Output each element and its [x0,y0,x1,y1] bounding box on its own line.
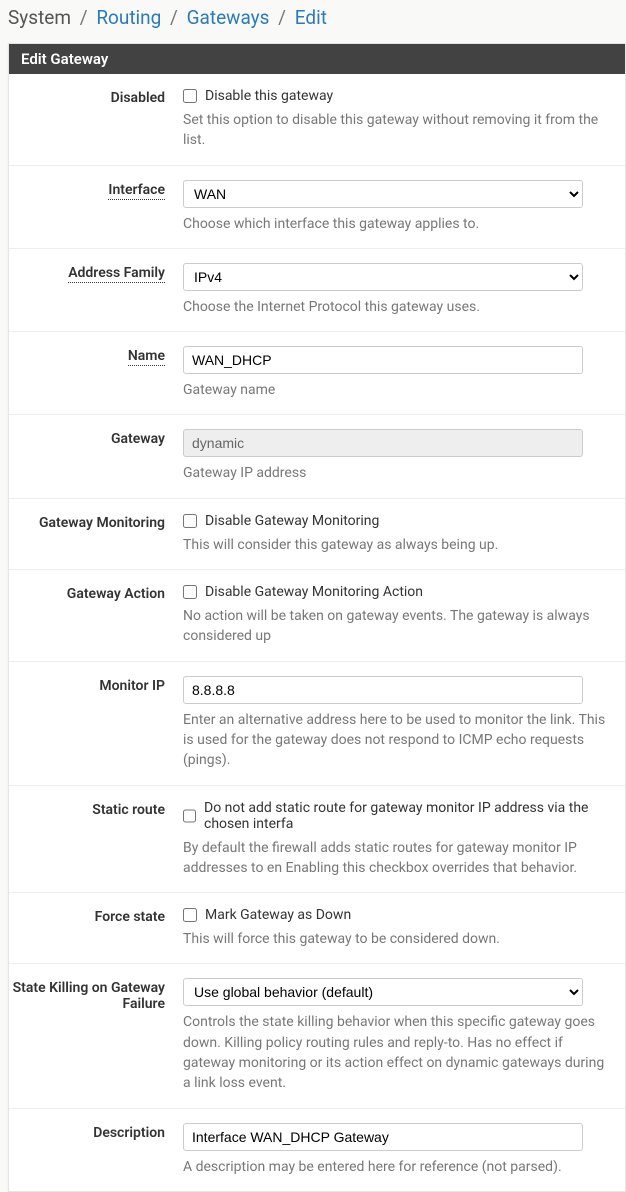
help-gateway: Gateway IP address [183,463,615,483]
select-interface[interactable]: WAN [183,180,583,208]
row-force-state: Force state Mark Gateway as Down This wi… [9,893,625,964]
row-address-family: Address Family IPv4 Choose the Internet … [9,249,625,332]
breadcrumb-sep: / [170,6,178,29]
row-monitor-ip: Monitor IP Enter an alternative address … [9,662,625,786]
row-description: Description A description may be entered… [9,1109,625,1191]
checkbox-force-state-input[interactable] [183,908,197,922]
help-force-state: This will force this gateway to be consi… [183,929,615,949]
label-name: Name [9,346,183,400]
label-description: Description [9,1123,183,1177]
row-monitoring: Gateway Monitoring Disable Gateway Monit… [9,499,625,570]
breadcrumb: System / Routing / Gateways / Edit [0,0,626,43]
label-address-family: Address Family [9,263,183,317]
label-state-killing: State Killing on Gateway Failure [9,978,183,1093]
select-state-killing[interactable]: Use global behavior (default) [183,978,583,1006]
breadcrumb-link-edit[interactable]: Edit [295,6,327,29]
help-monitoring: This will consider this gateway as alway… [183,535,615,555]
label-action: Gateway Action [9,584,183,647]
label-monitor-ip: Monitor IP [9,676,183,771]
label-force-state: Force state [9,907,183,949]
row-gateway: Gateway Gateway IP address [9,415,625,498]
help-monitor-ip: Enter an alternative address here to be … [183,710,615,771]
row-action: Gateway Action Disable Gateway Monitorin… [9,570,625,662]
checkbox-static-route-input[interactable] [183,809,196,823]
help-address-family: Choose the Internet Protocol this gatewa… [183,297,615,317]
help-interface: Choose which interface this gateway appl… [183,214,615,234]
select-address-family[interactable]: IPv4 [183,263,583,291]
checkbox-disable-action[interactable]: Disable Gateway Monitoring Action [183,584,615,600]
input-gateway [183,429,583,457]
label-gateway: Gateway [9,429,183,483]
label-disabled: Disabled [9,88,183,151]
label-interface: Interface [9,180,183,234]
breadcrumb-link-gateways[interactable]: Gateways [187,6,270,29]
checkbox-disable-monitoring-input[interactable] [183,514,197,528]
row-name: Name Gateway name [9,332,625,415]
checkbox-disable-gateway[interactable]: Disable this gateway [183,88,615,104]
breadcrumb-sep: / [278,6,286,29]
help-state-killing: Controls the state killing behavior when… [183,1012,615,1093]
checkbox-disable-action-input[interactable] [183,585,197,599]
help-disabled: Set this option to disable this gateway … [183,110,615,151]
row-interface: Interface WAN Choose which interface thi… [9,166,625,249]
checkbox-disable-gateway-input[interactable] [183,89,197,103]
edit-gateway-panel: Edit Gateway Disabled Disable this gatew… [8,43,626,1192]
help-static-route: By default the firewall adds static rout… [183,838,615,879]
input-name[interactable] [183,346,583,374]
help-description: A description may be entered here for re… [183,1157,615,1177]
help-name: Gateway name [183,380,615,400]
row-state-killing: State Killing on Gateway Failure Use glo… [9,964,625,1108]
help-action: No action will be taken on gateway event… [183,606,615,647]
checkbox-force-state[interactable]: Mark Gateway as Down [183,907,615,923]
breadcrumb-link-routing[interactable]: Routing [96,6,161,29]
breadcrumb-sep: / [80,6,88,29]
input-monitor-ip[interactable] [183,676,583,704]
row-disabled: Disabled Disable this gateway Set this o… [9,74,625,166]
label-monitoring: Gateway Monitoring [9,513,183,555]
input-description[interactable] [183,1123,583,1151]
breadcrumb-root: System [8,6,71,29]
panel-title: Edit Gateway [9,44,625,74]
label-static-route: Static route [9,800,183,879]
row-static-route: Static route Do not add static route for… [9,786,625,894]
checkbox-static-route[interactable]: Do not add static route for gateway moni… [183,800,615,832]
checkbox-disable-monitoring[interactable]: Disable Gateway Monitoring [183,513,615,529]
